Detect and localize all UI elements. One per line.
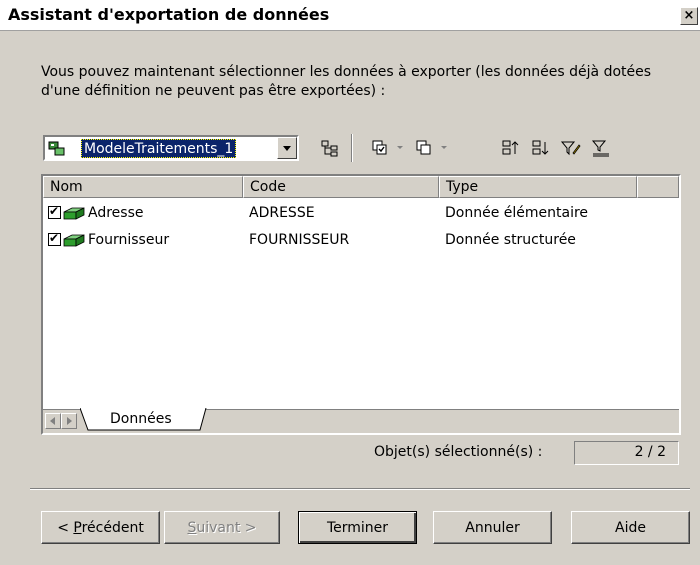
row-code: FOURNISSEUR [249, 232, 350, 248]
hierarchy-icon[interactable] [319, 138, 341, 158]
help-button[interactable]: Aide [571, 511, 690, 544]
data-item-icon [63, 207, 85, 220]
model-icon [48, 141, 65, 156]
column-header-empty [637, 176, 679, 198]
column-header-name[interactable]: Nom [43, 176, 243, 198]
row-name: Fournisseur [88, 232, 170, 248]
previous-button[interactable]: < Précédent [41, 511, 160, 544]
deselect-all-icon[interactable] [414, 138, 436, 158]
column-header-type[interactable]: Type [439, 176, 637, 198]
model-select[interactable]: ModeleTraitements_1 [43, 135, 299, 161]
filter-clear-icon[interactable] [590, 138, 612, 158]
deselect-all-dropdown-arrow[interactable] [441, 146, 447, 149]
list-item[interactable]: Adresse ADRESSE Donnée élémentaire [43, 202, 679, 226]
toolbar-separator [351, 134, 353, 162]
selection-count: 2 / 2 [574, 441, 679, 465]
title-bar: Assistant d'exportation de données × [0, 0, 700, 31]
row-checkbox[interactable] [48, 231, 61, 246]
model-select-value: ModeleTraitements_1 [81, 139, 237, 158]
window-title: Assistant d'exportation de données [8, 5, 330, 24]
finish-button[interactable]: Terminer [298, 511, 417, 544]
tab-strip: Données [43, 408, 679, 433]
filter-edit-icon[interactable] [560, 138, 582, 158]
select-all-dropdown-arrow[interactable] [397, 146, 403, 149]
list-header: Nom Code Type [43, 176, 679, 198]
tab-donnees[interactable]: Données [80, 408, 208, 432]
divider [30, 488, 690, 490]
row-type: Donnée structurée [445, 232, 576, 248]
cancel-button[interactable]: Annuler [433, 511, 552, 544]
next-button[interactable]: Suivant > [164, 511, 280, 544]
list-item[interactable]: Fournisseur FOURNISSEUR Donnée structuré… [43, 229, 679, 253]
chevron-down-icon[interactable] [277, 137, 297, 159]
intro-text: Vous pouvez maintenant sélectionner les … [41, 64, 652, 99]
row-checkbox[interactable] [48, 204, 61, 219]
sort-descending-icon[interactable] [530, 138, 552, 158]
data-item-icon [63, 234, 85, 247]
row-type: Donnée élémentaire [445, 205, 589, 221]
data-list[interactable]: Nom Code Type Adresse ADRESSE Donnée élé… [41, 174, 681, 435]
sort-ascending-icon[interactable] [500, 138, 522, 158]
row-code: ADRESSE [249, 205, 315, 221]
row-name: Adresse [88, 205, 144, 221]
tab-scroll-left-button[interactable] [45, 413, 61, 429]
close-button[interactable]: × [680, 7, 698, 25]
select-all-icon[interactable] [370, 138, 392, 158]
selection-label: Objet(s) sélectionné(s) : [374, 444, 543, 460]
column-header-code[interactable]: Code [243, 176, 439, 198]
tab-label: Données [110, 411, 172, 427]
tab-scroll-right-button[interactable] [61, 413, 77, 429]
